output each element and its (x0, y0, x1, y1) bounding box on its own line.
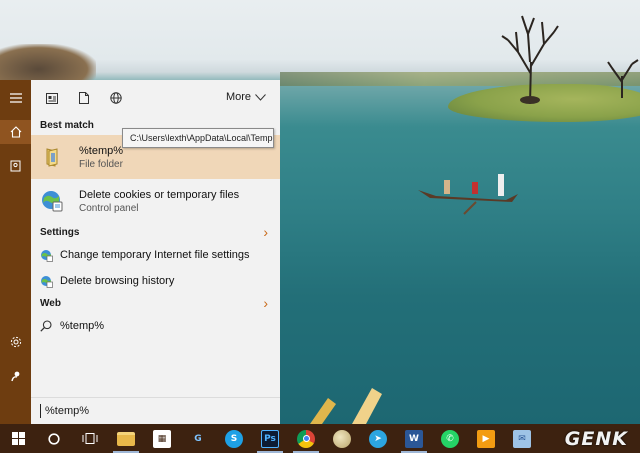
cortana-circle-icon (48, 432, 60, 445)
settings-heading-label: Settings (40, 227, 80, 238)
feedback-icon[interactable] (0, 364, 31, 388)
wallpaper-tree-small (607, 59, 639, 98)
whatsapp-icon: ✆ (441, 429, 459, 448)
settings-item-label: Delete browsing history (60, 275, 175, 287)
media-player-icon: ▶ (477, 429, 495, 448)
more-filters-button[interactable]: More (226, 91, 266, 103)
start-button[interactable] (0, 424, 36, 453)
word-icon: W (405, 429, 423, 448)
delete-cookies-result[interactable]: Delete cookies or temporary files Contro… (31, 179, 280, 223)
best-match-title: %temp% (79, 144, 124, 157)
taskbar-word[interactable]: W (396, 424, 432, 453)
search-icon (39, 319, 53, 333)
genk-watermark: GENK (564, 427, 628, 450)
results-filter-toolbar: More (31, 80, 280, 116)
outlook-icon: ✉ (513, 429, 531, 448)
taskbar-photoshop[interactable]: Ps (252, 424, 288, 453)
web-search-query: %temp% (60, 320, 105, 332)
web-filter-icon[interactable] (109, 91, 123, 105)
telegram-icon: ➤ (369, 429, 387, 448)
delete-cookies-title: Delete cookies or temporary files (79, 188, 240, 201)
web-search-result[interactable]: %temp% (31, 313, 280, 339)
home-icon[interactable] (0, 120, 31, 144)
hamburger-menu-icon[interactable] (0, 86, 31, 110)
more-filters-label: More (225, 91, 251, 103)
folder-icon (39, 144, 65, 170)
task-view-button[interactable] (72, 424, 108, 453)
chevron-down-icon (255, 93, 266, 101)
chevron-right-icon: › (263, 295, 268, 311)
taskbar-media-player[interactable]: ▶ (468, 424, 504, 453)
notebook-icon[interactable] (0, 154, 31, 178)
apps-filter-icon[interactable] (45, 91, 59, 105)
store-icon: ▦ (153, 429, 171, 448)
chevron-right-icon: › (263, 224, 268, 240)
taskbar-gotv[interactable]: G (180, 424, 216, 453)
taskbar-chrome[interactable] (288, 424, 324, 453)
wallpaper-driftwood (310, 388, 382, 424)
wallpaper-boat (418, 174, 518, 215)
search-box[interactable] (31, 397, 280, 424)
taskbar-file-explorer[interactable] (108, 424, 144, 453)
photoshop-icon: Ps (261, 429, 279, 448)
taskbar-store[interactable]: ▦ (144, 424, 180, 453)
settings-item-delete-browsing-history[interactable]: Delete browsing history (31, 268, 280, 294)
taskbar-whatsapp[interactable]: ✆ (432, 424, 468, 453)
task-view-icon (82, 433, 98, 444)
path-tooltip: C:\Users\lexth\AppData\Local\Temp (122, 128, 274, 148)
control-panel-icon (39, 188, 65, 214)
internet-options-icon (39, 248, 53, 262)
taskbar: ▦ G S Ps ➤ W ✆ ▶ ✉ (0, 424, 640, 453)
file-explorer-icon (117, 431, 135, 446)
paint-icon (333, 429, 351, 448)
internet-options-icon (39, 274, 53, 288)
documents-filter-icon[interactable] (77, 91, 91, 105)
taskbar-skype[interactable]: S (216, 424, 252, 453)
best-match-subtitle: File folder (79, 158, 123, 170)
taskbar-paint[interactable] (324, 424, 360, 453)
search-input[interactable] (41, 405, 277, 417)
chrome-icon (297, 429, 315, 448)
settings-item-label: Change temporary Internet file settings (60, 249, 250, 261)
taskbar-telegram[interactable]: ➤ (360, 424, 396, 453)
skype-icon: S (225, 429, 243, 448)
web-heading-label: Web (40, 298, 61, 309)
delete-cookies-subtitle: Control panel (79, 202, 139, 214)
start-menu-rail (0, 80, 31, 424)
gotv-icon: G (194, 433, 202, 444)
settings-heading[interactable]: Settings › (31, 223, 280, 242)
wallpaper-ruins (0, 44, 96, 80)
taskbar-outlook[interactable]: ✉ (504, 424, 540, 453)
settings-item-temp-internet-files[interactable]: Change temporary Internet file settings (31, 242, 280, 268)
settings-gear-icon[interactable] (0, 330, 31, 354)
web-heading[interactable]: Web › (31, 294, 280, 313)
cortana-button[interactable] (36, 424, 72, 453)
windows-logo-icon (11, 432, 25, 445)
wallpaper-tree (501, 15, 559, 104)
